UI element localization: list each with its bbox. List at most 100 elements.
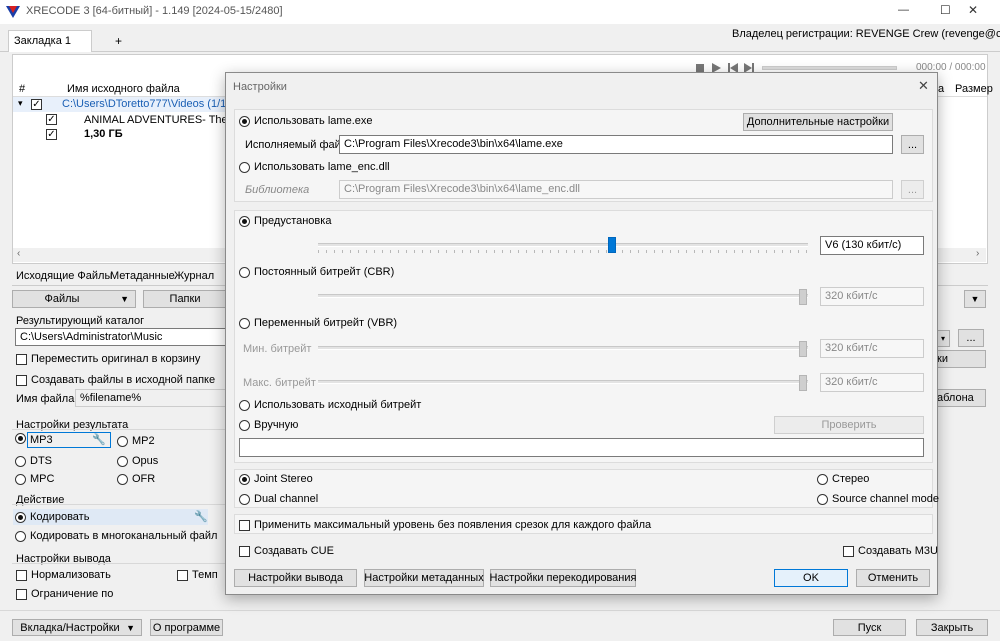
cbr-radio[interactable] [239,266,250,278]
vbr-min-value[interactable]: 320 кбит/с [820,339,924,358]
joint-stereo-radio[interactable] [239,473,250,485]
stop-icon[interactable] [696,64,704,72]
col-right-a[interactable]: а [938,83,944,95]
exe-browse-button[interactable]: ... [901,135,924,154]
cbr-slider-thumb[interactable] [799,289,807,305]
normalize-checkbox[interactable] [16,569,27,581]
use-dll-radio[interactable] [239,161,250,173]
tab-output-files[interactable]: Исходящие Файлы [16,270,112,282]
result-dir-input[interactable]: C:\Users\Administrator\Music [15,328,227,346]
preset-slider-thumb[interactable] [608,237,616,253]
folder-row[interactable]: ▾ ✓ C:\Users\DToretto777\Videos (1/1, 1,… [13,97,254,112]
create-cue-checkbox[interactable] [239,545,250,557]
limit-checkbox[interactable] [16,588,27,600]
item-checkbox[interactable]: ✓ [46,114,57,125]
maximize-icon[interactable]: ☐ [940,3,951,17]
right-button-2[interactable]: аблона [936,389,986,407]
lib-path-input[interactable]: C:\Program Files\Xrecode3\bin\x64\lame_e… [339,180,893,199]
format-mp2-radio[interactable] [117,435,128,447]
check-button[interactable]: Проверить [774,416,924,434]
move-trash-checkbox[interactable] [16,353,27,365]
use-source-radio[interactable] [239,399,250,411]
col-size-label[interactable]: Размер [955,83,993,95]
tempo-checkbox[interactable] [177,569,188,581]
tab-metadata[interactable]: Метаданные [110,270,175,282]
horizontal-scrollbar[interactable]: ‹ [13,248,225,262]
ok-button[interactable]: OK [774,569,848,587]
dialog-close-icon[interactable]: ✕ [918,78,929,94]
horizontal-scrollbar-right[interactable]: › [938,248,986,262]
col-name[interactable]: Имя исходного файла [67,83,180,95]
create-m3u-checkbox[interactable] [843,545,854,557]
encode-multi-radio[interactable] [15,530,26,542]
preset-slider-track[interactable] [318,243,808,247]
seek-bar[interactable] [762,66,897,70]
tab-log[interactable]: Журнал [174,270,214,282]
cancel-button[interactable]: Отменить [856,569,930,587]
cbr-slider-track[interactable] [318,294,808,298]
tab-1[interactable]: Закладка 1 [8,30,92,52]
dual-channel-radio[interactable] [239,493,250,505]
max-level-checkbox[interactable] [239,519,250,531]
encode-radio[interactable] [15,511,26,523]
vbr-max-slider-thumb[interactable] [799,375,807,391]
add-tab-button[interactable]: + [115,34,122,48]
dual-channel-label: Dual channel [254,493,319,505]
result-dir-browse[interactable]: ... [958,329,984,347]
preset-label: Предустановка [254,215,332,227]
use-lame-radio[interactable] [239,115,250,127]
scroll-left-icon[interactable]: ‹ [17,248,20,259]
col-num[interactable]: # [19,83,25,95]
format-ofr-radio[interactable] [117,473,128,485]
max-level-label: Применить максимальный уровень без появл… [254,519,652,531]
vbr-min-label: Мин. битрейт [243,343,312,355]
format-opus-label: Opus [132,455,159,467]
result-dir-dropdown[interactable]: ▾ [936,330,950,347]
close-icon[interactable]: ✕ [968,3,978,17]
manual-command-input[interactable] [239,438,924,457]
preset-radio[interactable] [239,215,250,227]
encode-wrench-icon[interactable]: 🔧 [194,510,208,523]
tab-settings-button[interactable]: Вкладка/Настройки ▼ [12,619,142,636]
dropdown-right-button[interactable]: ▼ [964,290,986,308]
scroll-right-icon[interactable]: › [976,248,979,259]
stereo-radio[interactable] [817,473,828,485]
vbr-max-slider-track[interactable] [318,380,808,384]
right-button-1[interactable]: ки [936,350,986,368]
chevron-down-icon: ▼ [126,622,135,633]
files-button[interactable]: Файлы ▼ [12,290,136,308]
output-settings-button[interactable]: Настройки вывода [234,569,357,587]
recode-settings-button[interactable]: Настройки перекодирования [490,569,636,587]
lib-browse-button[interactable]: ... [901,180,924,199]
vbr-radio[interactable] [239,317,250,329]
settings-dialog: Настройки ✕ Использовать lame.exe Дополн… [225,72,939,595]
minimize-icon[interactable]: — [898,4,909,16]
format-mpc-radio[interactable] [15,473,26,485]
exe-path-input[interactable]: C:\Program Files\Xrecode3\bin\x64\lame.e… [339,135,893,154]
vbr-max-value[interactable]: 320 кбит/с [820,373,924,392]
vbr-min-slider-track[interactable] [318,346,808,350]
size-checkbox[interactable]: ✓ [46,129,57,140]
format-dts-radio[interactable] [15,455,26,467]
metadata-settings-button[interactable]: Настройки метаданных [364,569,484,587]
close-button[interactable]: Закрыть [916,619,988,636]
start-button[interactable]: Пуск [833,619,906,636]
about-button[interactable]: О программе [150,619,223,636]
create-in-source-checkbox[interactable] [16,374,27,386]
preset-value[interactable]: V6 (130 кбит/с) [820,236,924,255]
format-mp3-box[interactable]: MP3 🔧 [27,432,111,448]
vbr-min-slider-thumb[interactable] [799,341,807,357]
folders-button[interactable]: Папки [143,290,227,308]
filename-input[interactable]: %filename% [75,389,227,407]
format-opus-radio[interactable] [117,455,128,467]
create-m3u-label: Создавать M3U [858,545,938,557]
advanced-settings-button[interactable]: Дополнительные настройки [743,113,893,131]
manual-radio[interactable] [239,419,250,431]
collapse-icon[interactable]: ▾ [18,98,23,109]
wrench-icon[interactable]: 🔧 [92,433,106,446]
folder-checkbox[interactable]: ✓ [31,99,42,110]
source-channel-radio[interactable] [817,493,828,505]
create-in-source-label: Создавать файлы в исходной папке [31,374,216,386]
cbr-value[interactable]: 320 кбит/с [820,287,924,306]
format-mp3-radio[interactable] [15,433,26,444]
